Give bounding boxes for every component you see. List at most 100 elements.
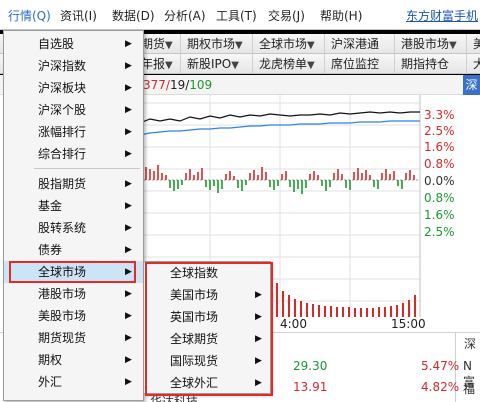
menu-item-label: 港股市场 [38,287,87,301]
submenu-arrow-icon: ▶ [125,201,132,211]
menu-item-global-market[interactable]: 全球市场 ▶ [4,261,143,283]
menu-news[interactable]: 资讯(I) [60,7,97,25]
axis-label-text: 3.3% [424,108,455,122]
tb-global-market[interactable]: 全球市场▼ [252,34,315,54]
submenu-arrow-icon: ▶ [125,333,132,343]
volume-bar [384,307,386,317]
axis-label-text: 1.6% [424,140,455,154]
advance-count: 377/ [143,78,170,92]
dropdown-arrow-icon: ▼ [231,60,239,71]
menu-item-index-futures[interactable]: 股指期货 ▶ [4,173,143,195]
shenzhen-tab[interactable]: 深 [463,75,480,95]
menu-item-label: 沪深板块 [38,81,87,95]
tb-ipo[interactable]: 新股IPO▼ [180,54,239,74]
menu-item-hs-index[interactable]: 沪深指数 ▶ [4,55,143,77]
menu-item-label: 沪深个股 [38,103,87,117]
menu-item-funds[interactable]: 基金 ▶ [4,195,143,217]
menu-item-hs-stocks[interactable]: 沪深个股 ▶ [4,99,143,121]
tb-dragon-tiger[interactable]: 龙虎榜单▼ [252,54,315,74]
tb-hk-connect[interactable]: 沪深港通 [324,34,379,54]
menu-tools[interactable]: 工具(T) [216,7,257,25]
menu-item-futures-spot[interactable]: 期货现货 ▶ [4,327,143,349]
axis-label: 0.8% [424,191,455,205]
menu-trade[interactable]: 交易(J) [268,7,305,25]
tb-index-futures-position[interactable]: 期指持仓 [394,54,449,74]
submenu-item-label: 全球期货 [170,332,219,346]
mobile-app-link[interactable]: 东方财富手机 [406,7,478,25]
volume-bar [408,300,410,317]
quote-price: 29.30 [293,359,328,373]
time-label-mid: 4:00 [280,317,307,331]
tb-big[interactable]: 大 [466,54,480,74]
dropdown-arrow-icon: ▼ [165,40,173,51]
axis-label: 2.5% [424,225,455,239]
menu-item-composite-ranking[interactable]: 综合排行 ▶ [4,143,143,165]
menu-item-watchlist[interactable]: 自选股 ▶ [4,33,143,55]
tb-us[interactable]: 美 [466,34,480,54]
quote-name: 福 [463,382,476,396]
menu-item-gainers[interactable]: 涨幅排行 ▶ [4,121,143,143]
quotes-dropdown-menu: 自选股 ▶ 沪深指数 ▶ 沪深板块 ▶ 沪深个股 ▶ 涨幅排行 ▶ 综合排行 ▶ 股指期货 ▶… [3,30,144,401]
tb-label: 新股IPO [187,57,232,71]
volume-bar [390,306,392,317]
volume-bar [300,301,302,317]
submenu-item-us-market[interactable]: 美国市场 ▶ [144,284,270,306]
menu-item-label: 美股市场 [38,309,87,323]
axis-label-text: 0.8% [424,191,455,205]
axis-label: 1.6% [424,140,455,154]
axis-label: 0.0% [424,174,455,188]
volume-bar [342,307,344,317]
submenu-arrow-icon: ▶ [125,223,132,233]
tb-label: 龙虎榜单 [259,57,308,71]
time-label-close: 15:00 [391,317,426,331]
tb-label: 年报 [141,57,166,71]
dropdown-arrow-icon: ▼ [165,60,173,71]
menu-item-neeq[interactable]: 股转系统 ▶ [4,217,143,239]
menu-item-hk-market[interactable]: 港股市场 ▶ [4,283,143,305]
submenu-arrow-icon: ▶ [125,127,132,137]
menu-quotes[interactable]: 行情(Q) [8,7,51,25]
menu-item-label: 涨幅排行 [38,125,87,139]
tb-label: 沪深港通 [331,37,380,51]
tb-options-market[interactable]: 期权市场▼ [180,34,243,54]
menu-item-forex[interactable]: 外汇 ▶ [4,371,143,393]
menu-item-label: 全球市场 [38,265,87,279]
axis-label-text: 2.5% [424,124,455,138]
submenu-item-global-index[interactable]: 全球指数 [144,262,270,284]
submenu-arrow-icon: ▶ [255,312,262,322]
dropdown-arrow-icon: ▼ [449,40,457,51]
submenu-arrow-icon: ▶ [125,83,132,93]
volume-bar [402,303,404,317]
volume-bar [288,295,290,317]
volume-bar [372,308,374,317]
tb-seat-monitor[interactable]: 席位监控 [324,54,379,74]
volume-bar [354,308,356,317]
shenzhen-header: 深 [464,337,477,351]
submenu-arrow-icon: ▶ [125,179,132,189]
submenu-item-label: 美国市场 [170,288,219,302]
menu-item-hs-sector[interactable]: 沪深板块 ▶ [4,77,143,99]
submenu-item-intl-spot[interactable]: 国际现货 ▶ [144,350,270,372]
axis-label: 1.6% [424,208,455,222]
menu-item-label: 股转系统 [38,221,87,235]
menu-item-label: 基金 [38,199,63,213]
volume-bar [360,308,362,317]
menu-item-label: 期权 [38,353,63,367]
tb-hk-market[interactable]: 港股市场▼ [394,34,457,54]
submenu-item-global-futures[interactable]: 全球期货 ▶ [144,328,270,350]
volume-bar [276,283,278,317]
volume-bar [318,305,320,317]
menu-item-options[interactable]: 期权 ▶ [4,349,143,371]
submenu-arrow-icon: ▶ [125,245,132,255]
axis-label-text: 0.0% [424,174,455,188]
menu-item-label: 股指期货 [38,177,87,191]
submenu-arrow-icon: ▶ [125,289,132,299]
submenu-item-uk-market[interactable]: 英国市场 ▶ [144,306,270,328]
menu-data[interactable]: 数据(D) [112,7,155,25]
submenu-arrow-icon: ▶ [255,334,262,344]
menu-help[interactable]: 帮助(H) [320,7,362,25]
menu-item-bonds[interactable]: 债券 ▶ [4,239,143,261]
submenu-item-global-forex[interactable]: 全球外汇 ▶ [144,372,270,394]
menu-item-us-market[interactable]: 美股市场 ▶ [4,305,143,327]
menu-analysis[interactable]: 分析(A) [164,7,206,25]
